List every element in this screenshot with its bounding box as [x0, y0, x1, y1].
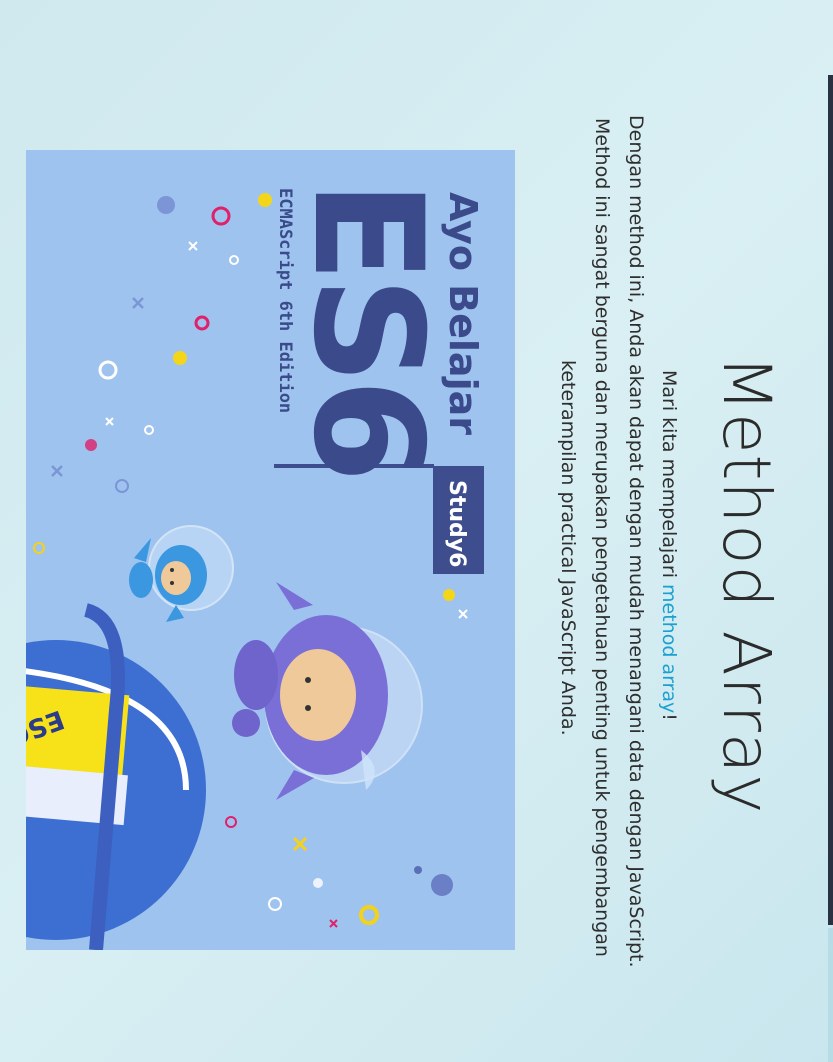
window-edge-lower [828, 928, 833, 1062]
es6-title-block: Study6 Ayo Belajar ES6 ECMAScript 6th Ed… [274, 180, 485, 574]
body-line-2: Method ini sangat berguna dan merupakan … [591, 118, 613, 957]
slide-title: Method Array [708, 355, 785, 815]
subtitle-prefix: Mari kita mempelajari [658, 370, 680, 585]
slide-title-container: Method Array [705, 355, 785, 814]
slide-subtitle: Mari kita mempelajari method array! [658, 370, 680, 721]
body-line-1: Dengan method ini, Anda akan dapat denga… [625, 115, 647, 968]
ecmascript-edition: ECMAScript 6th Edition [275, 188, 295, 413]
purple-cat-astronaut [232, 582, 423, 800]
es6-planet: ES6 [26, 603, 206, 950]
window-edge [828, 75, 833, 925]
badge-study6: Study6 [444, 480, 469, 567]
es6-illustration: Study6 Ayo Belajar ES6 ECMAScript 6th Ed… [26, 150, 515, 950]
body-line-3: keterampilan practical JavaScript Anda. [557, 360, 579, 736]
es6-big-text: ES6 [280, 180, 454, 477]
blue-cat-astronaut [129, 525, 234, 622]
method-array-link[interactable]: method array [658, 584, 680, 713]
subtitle-suffix: ! [658, 713, 680, 721]
